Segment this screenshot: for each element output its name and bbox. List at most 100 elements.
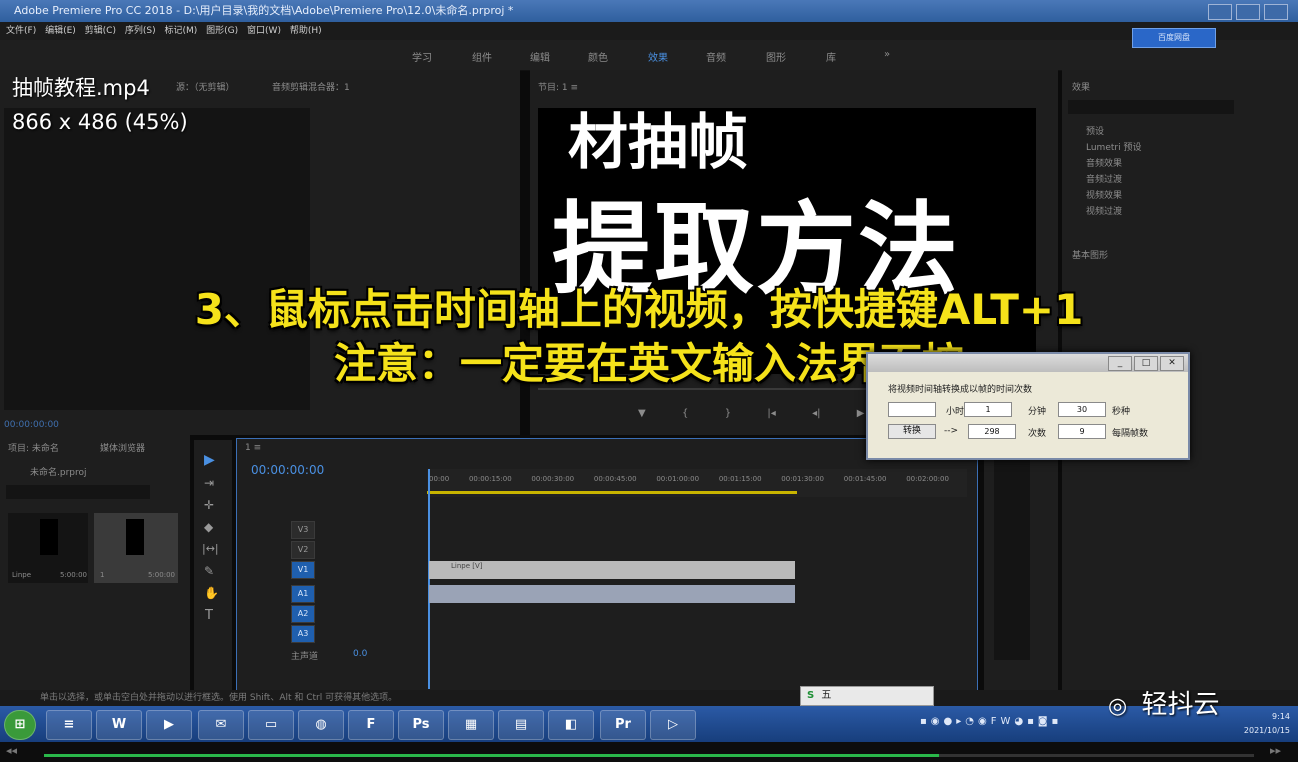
close-button[interactable] xyxy=(1264,4,1288,20)
track-label-a2[interactable]: A2 xyxy=(291,605,315,623)
track-label-a3[interactable]: A3 xyxy=(291,625,315,643)
menu-clip[interactable]: 剪辑(C) xyxy=(85,26,116,36)
track-row-v2: V2 xyxy=(237,541,427,559)
track-row-a2: A2 xyxy=(237,605,427,623)
effects-item-presets[interactable]: 预设 xyxy=(1086,124,1104,137)
dialog-minimize-button[interactable]: _ xyxy=(1108,356,1132,371)
maximize-button[interactable] xyxy=(1236,4,1260,20)
project-clip-thumb-2[interactable]: 1 5:00:00 xyxy=(94,513,178,583)
taskbar-photoshop-icon[interactable]: Ps xyxy=(398,710,444,740)
menu-help[interactable]: 帮助(H) xyxy=(290,26,322,36)
start-button[interactable]: ⊞ xyxy=(4,710,36,740)
go-to-in-icon[interactable]: |◂ xyxy=(767,408,775,419)
media-browser-tab[interactable]: 媒体浏览器 xyxy=(100,441,145,454)
taskbar-f-icon[interactable]: F xyxy=(348,710,394,740)
times-input[interactable]: 9 xyxy=(1058,424,1106,439)
razor-tool-icon[interactable]: ◆ xyxy=(204,520,213,534)
taskbar-app-icon-1[interactable]: ≡ xyxy=(46,710,92,740)
track-label-v1[interactable]: V1 xyxy=(291,561,315,579)
dialog-title: 将视频时间轴转换成以帧的时间次数 xyxy=(888,385,1033,395)
master-label: 主声道 xyxy=(291,652,319,662)
workspace-more-icon[interactable]: » xyxy=(884,49,890,60)
effects-item-video-effects[interactable]: 视频效果 xyxy=(1086,188,1122,201)
slip-tool-icon[interactable]: |↔| xyxy=(202,542,219,555)
program-title: 节目: 1 ≡ xyxy=(538,83,579,93)
track-label-v3[interactable]: V3 xyxy=(291,521,315,539)
ime-mode[interactable]: 五 xyxy=(817,690,831,701)
taskbar-premiere-icon[interactable]: Pr xyxy=(600,710,646,740)
mark-in-icon[interactable]: { xyxy=(682,408,688,419)
step-back-icon[interactable]: ◂| xyxy=(812,408,820,419)
dialog-controls: _ □ ✕ xyxy=(1108,356,1184,371)
menu-edit[interactable]: 编辑(E) xyxy=(45,26,76,36)
ruler-tick: 00:01:30:00 xyxy=(781,475,824,483)
timeline-ruler[interactable] xyxy=(427,469,967,497)
menu-window[interactable]: 窗口(W) xyxy=(247,26,281,36)
effects-item-audio-transitions[interactable]: 音频过渡 xyxy=(1086,172,1122,185)
effects-title: 效果 xyxy=(1072,83,1091,93)
dialog-close-button[interactable]: ✕ xyxy=(1160,356,1184,371)
dialog-blank-field[interactable] xyxy=(888,402,936,417)
taskbar-globe-icon[interactable]: ◍ xyxy=(298,710,344,740)
system-tray-icons[interactable]: ▪◉●▸◔◉FW◕▪◙▪ xyxy=(920,716,1100,732)
taskbar-mail-icon[interactable]: ✉ xyxy=(198,710,244,740)
menu-sequence[interactable]: 序列(S) xyxy=(125,26,156,36)
taskbar-tool-icon[interactable]: ◧ xyxy=(548,710,594,740)
player-next-icon[interactable]: ▸▸ xyxy=(1270,744,1281,757)
menu-marker[interactable]: 标记(M) xyxy=(164,26,197,36)
taskbar-grid-icon[interactable]: ▦ xyxy=(448,710,494,740)
cloud-sync-button[interactable]: 百度网盘 xyxy=(1132,28,1216,48)
play-icon[interactable]: ▶ xyxy=(857,408,865,419)
playhead[interactable] xyxy=(428,469,430,689)
workspace-tab-color[interactable]: 颜色 xyxy=(588,49,608,64)
player-prev-icon[interactable]: ◂◂ xyxy=(6,744,17,757)
hand-tool-icon[interactable]: ✋ xyxy=(204,586,219,600)
workspace-tab-learn[interactable]: 学习 xyxy=(412,49,432,64)
effects-search-input[interactable] xyxy=(1068,100,1234,114)
menu-file[interactable]: 文件(F) xyxy=(6,26,36,36)
taskbar-media-icon[interactable]: ▶ xyxy=(146,710,192,740)
window-title-bar: Adobe Premiere Pro CC 2018 - D:\用户目录\我的文… xyxy=(0,0,1298,22)
taskbar-explorer-icon[interactable]: ▤ xyxy=(498,710,544,740)
ripple-edit-tool-icon[interactable]: ✛ xyxy=(204,498,214,512)
taskbar-clock[interactable]: 9:14 2021/10/15 xyxy=(1226,710,1290,738)
effects-item-video-transitions[interactable]: 视频过渡 xyxy=(1086,204,1122,217)
audio-clip[interactable] xyxy=(429,585,795,603)
audio-mixer-tab[interactable]: 音频剪辑混合器：1 xyxy=(272,80,350,93)
pen-tool-icon[interactable]: ✎ xyxy=(204,564,214,578)
project-clip-thumb-1[interactable]: Linpe 5:00:00 xyxy=(8,513,88,583)
minute-input[interactable]: 30 xyxy=(1058,402,1106,417)
player-progress-fill xyxy=(44,754,939,757)
taskbar-folder-icon[interactable]: ▭ xyxy=(248,710,294,740)
marker-icon[interactable]: ▼ xyxy=(638,408,646,419)
taskbar-player-icon[interactable]: ▷ xyxy=(650,710,696,740)
convert-button[interactable]: 转换 xyxy=(888,424,936,439)
ime-toolbar[interactable]: S 五 xyxy=(800,686,934,706)
effects-item-audio-effects[interactable]: 音频效果 xyxy=(1086,156,1122,169)
master-value[interactable]: 0.0 xyxy=(353,649,367,659)
taskbar-app-icon-2[interactable]: W xyxy=(96,710,142,740)
video-clip[interactable]: Linpe [V] xyxy=(429,561,795,579)
selection-tool-icon[interactable]: ▶ xyxy=(204,452,215,468)
track-label-a1[interactable]: A1 xyxy=(291,585,315,603)
minimize-button[interactable] xyxy=(1208,4,1232,20)
project-tab[interactable]: 项目: 未命名 xyxy=(8,441,59,454)
workspace-tab-assembly[interactable]: 组件 xyxy=(472,49,492,64)
mark-out-icon[interactable]: } xyxy=(725,408,731,419)
dialog-maximize-button[interactable]: □ xyxy=(1134,356,1158,371)
project-search-input[interactable] xyxy=(6,485,150,499)
source-tab[interactable]: 源：（无剪辑） xyxy=(176,80,235,93)
menu-graphics[interactable]: 图形(G) xyxy=(206,26,238,36)
type-tool-icon[interactable]: T xyxy=(205,608,213,623)
track-select-tool-icon[interactable]: ⇥ xyxy=(204,476,214,490)
workspace-tab-graphics[interactable]: 图形 xyxy=(766,49,786,64)
track-label-v2[interactable]: V2 xyxy=(291,541,315,559)
workspace-tab-libraries[interactable]: 库 xyxy=(826,49,836,64)
work-area-bar[interactable] xyxy=(427,491,797,494)
timeline-timecode[interactable]: 00:00:00:00 xyxy=(251,463,324,477)
workspace-tab-editing[interactable]: 编辑 xyxy=(530,49,550,64)
workspace-tab-audio[interactable]: 音频 xyxy=(706,49,726,64)
workspace-tab-effects[interactable]: 效果 xyxy=(648,49,668,64)
effects-item-lumetri[interactable]: Lumetri 预设 xyxy=(1086,140,1141,153)
hour-input[interactable]: 1 xyxy=(964,402,1012,417)
